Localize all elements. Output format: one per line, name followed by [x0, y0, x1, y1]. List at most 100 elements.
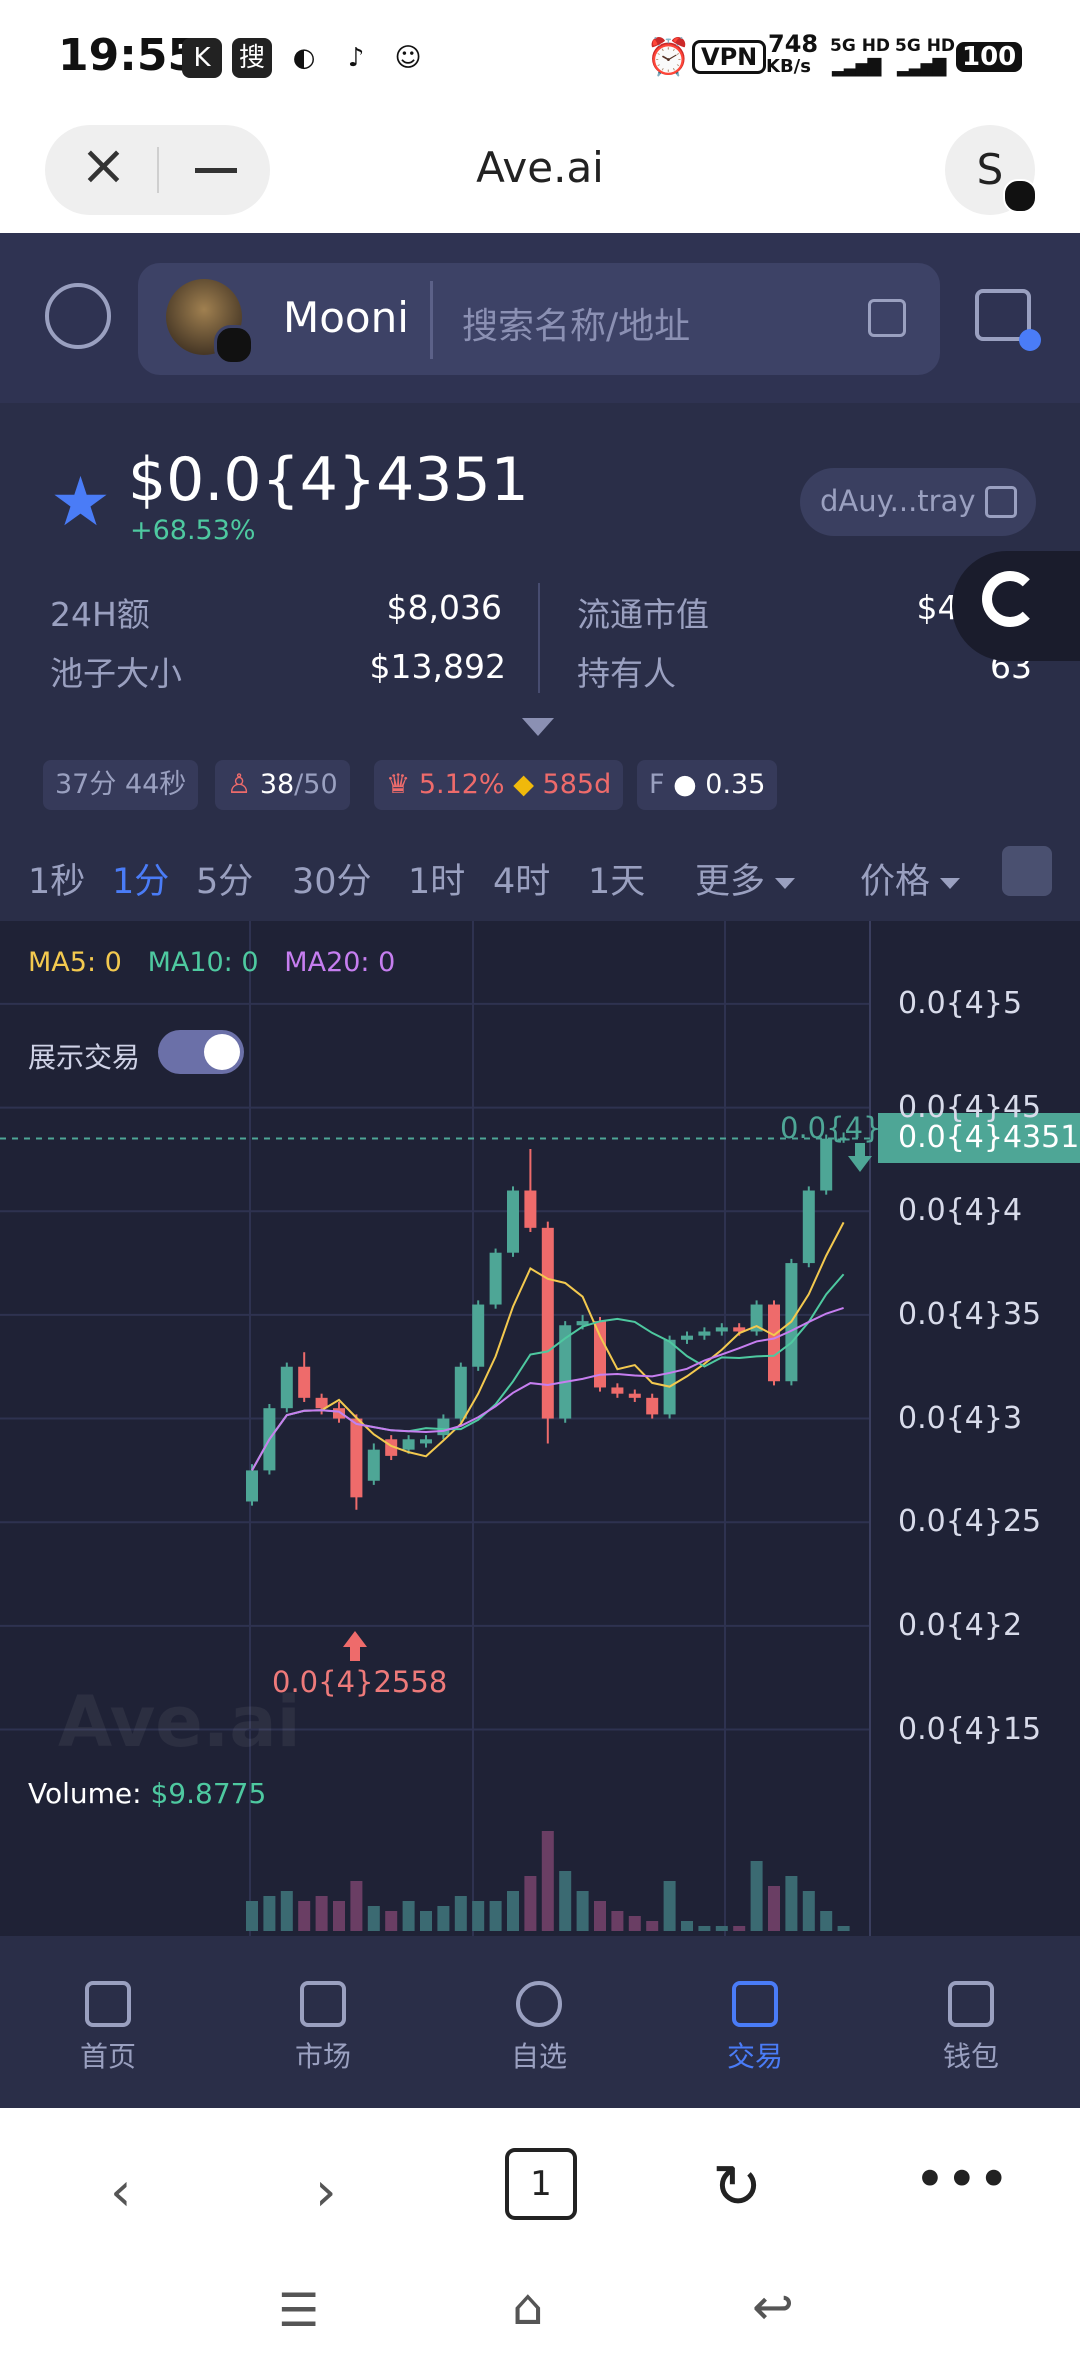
candle-body — [402, 1439, 415, 1450]
candle-body — [715, 1327, 728, 1332]
top-holder-tag[interactable]: ♛ 5.12% ◆ 585d — [374, 760, 624, 810]
volume-bar — [611, 1911, 624, 1931]
vpn-badge: VPN — [692, 40, 767, 74]
f-score-tag[interactable]: F ● 0.35 — [637, 760, 778, 810]
y-axis-tick-label: 0.0{4}2 — [898, 1607, 1023, 1643]
assistant-logo-icon — [982, 571, 1038, 627]
volume-bar — [507, 1891, 519, 1931]
status-bar: 19:55 K 搜 ◐ ♪ ☺ ⏰ VPN 748 KB/s 5G HD 5G … — [0, 0, 1080, 115]
volume-bar — [785, 1876, 798, 1931]
volume-bar — [350, 1881, 363, 1931]
y-axis-tick-label: 0.0{4}4 — [898, 1193, 1023, 1229]
system-home-icon[interactable]: ⌂ — [512, 2278, 544, 2336]
token-name: Mooni — [283, 293, 409, 342]
candle-body — [698, 1331, 711, 1336]
forward-icon[interactable]: › — [315, 2160, 337, 2223]
volume-bar — [715, 1926, 728, 1931]
volume-bar — [768, 1886, 780, 1931]
user-profile-icon[interactable] — [45, 283, 111, 349]
user-icon: ♙ — [227, 769, 252, 800]
signal-1-label: 5G HD — [830, 36, 891, 56]
volume-bar — [524, 1876, 537, 1931]
divider — [538, 583, 540, 693]
holders-total: /50 — [294, 769, 338, 800]
signal-1-icon: ▂▃▅▇ — [832, 56, 881, 77]
copy-icon[interactable] — [868, 299, 906, 337]
volume-bar — [315, 1896, 328, 1931]
market-cap-label: 流通市值 — [577, 595, 709, 634]
tab-1h[interactable]: 1时 — [408, 853, 465, 904]
tab-5m[interactable]: 5分 — [196, 853, 253, 904]
ma20-label: MA20: 0 — [284, 947, 396, 978]
tab-4h[interactable]: 4时 — [493, 853, 550, 904]
candle-body — [437, 1418, 450, 1436]
tab-1m[interactable]: 1分 — [112, 853, 169, 904]
more-dropdown[interactable]: 更多 — [695, 853, 796, 904]
divider — [430, 281, 433, 359]
nav-home[interactable]: 首页 — [33, 1981, 183, 2075]
token-search-bar[interactable]: Mooni 搜索名称/地址 — [138, 263, 940, 375]
price-dropdown[interactable]: 价格 — [860, 853, 961, 904]
search-input[interactable]: 搜索名称/地址 — [462, 297, 690, 349]
y-axis-tick-label: 0.0{4}25 — [898, 1504, 1042, 1540]
candle-body — [768, 1304, 780, 1382]
holders-count: 38 — [259, 769, 295, 800]
candle-body — [489, 1252, 502, 1305]
holders-tag[interactable]: ♙ 38/50 — [215, 760, 350, 810]
toggle-knob — [204, 1034, 240, 1070]
candle-body — [454, 1366, 467, 1419]
nav-watchlist[interactable]: 自选 — [464, 1981, 614, 2075]
volume-bar — [385, 1911, 398, 1931]
tab-30m[interactable]: 30分 — [292, 853, 372, 904]
y-axis-tick-label: 0.0{4}3 — [898, 1400, 1023, 1436]
holders-label: 持有人 — [577, 654, 676, 693]
browser-bottom-bar: ‹ › 1 ↻ ••• ☰ ⌂ ↩ — [0, 2108, 1080, 2376]
candle-body — [333, 1408, 345, 1419]
contract-address: dAuy...tray — [820, 484, 976, 518]
chart-settings-icon[interactable] — [1002, 846, 1052, 896]
copy-icon[interactable] — [985, 486, 1017, 518]
signal-2-label: 5G HD — [895, 36, 956, 56]
floating-assistant-button[interactable] — [952, 551, 1080, 661]
app-face-icon: ☺ — [388, 38, 428, 78]
nav-wallet-label: 钱包 — [942, 2040, 999, 2073]
volume-bar — [802, 1891, 815, 1931]
system-menu-icon[interactable]: ☰ — [278, 2283, 319, 2337]
tab-1d[interactable]: 1天 — [588, 853, 645, 904]
token-age-tag: 37分 44秒 — [43, 760, 199, 810]
candle-body — [246, 1470, 258, 1502]
volume-bar — [489, 1901, 502, 1931]
nav-trade[interactable]: 交易 — [680, 1981, 830, 2075]
volume-24h-label: 24H额 — [50, 595, 150, 634]
favorite-star-icon[interactable]: ★ — [50, 463, 111, 542]
page-title: Ave.ai — [476, 143, 604, 192]
volume-label: Volume: $9.8775 — [28, 1777, 266, 1810]
star-circle-icon — [516, 1981, 562, 2027]
price-chart[interactable]: Ave.ai MA5: 0 MA10: 0 MA20: 0 展示交易 0.0{4… — [0, 921, 1080, 1936]
tab-1s[interactable]: 1秒 — [28, 853, 85, 904]
nav-wallet[interactable]: 钱包 — [896, 1981, 1046, 2075]
refresh-icon[interactable]: ↻ — [712, 2152, 762, 2222]
site-avatar[interactable]: S — [945, 125, 1037, 215]
y-axis-tick-label: 0.0{4}35 — [898, 1296, 1042, 1332]
system-back-icon[interactable]: ↩ — [752, 2278, 794, 2336]
expand-chevron-icon[interactable] — [522, 718, 554, 736]
volume-bar — [367, 1906, 380, 1931]
show-trades-toggle[interactable] — [158, 1030, 244, 1074]
more-menu-icon[interactable]: ••• — [914, 2148, 1010, 2211]
back-icon[interactable]: ‹ — [110, 2160, 132, 2223]
candle-body — [820, 1138, 833, 1191]
home-icon — [85, 1981, 131, 2027]
candle-body — [420, 1439, 432, 1444]
contract-address-pill[interactable]: dAuy...tray — [800, 468, 1036, 536]
volume-24h-value: $8,036 — [386, 588, 502, 627]
nav-market[interactable]: 市场 — [248, 1981, 398, 2075]
volume-bar — [750, 1861, 763, 1931]
volume-bar — [263, 1896, 276, 1931]
bnb-value: 585d — [542, 769, 612, 800]
tabs-count-button[interactable]: 1 — [505, 2148, 577, 2220]
token-price: $0.0{4}4351 — [128, 445, 529, 515]
tiktok-icon: ♪ — [336, 38, 376, 78]
low-price-marker: 0.0{4}2558 — [272, 1665, 448, 1699]
wallet-connect-icon[interactable] — [975, 289, 1041, 351]
